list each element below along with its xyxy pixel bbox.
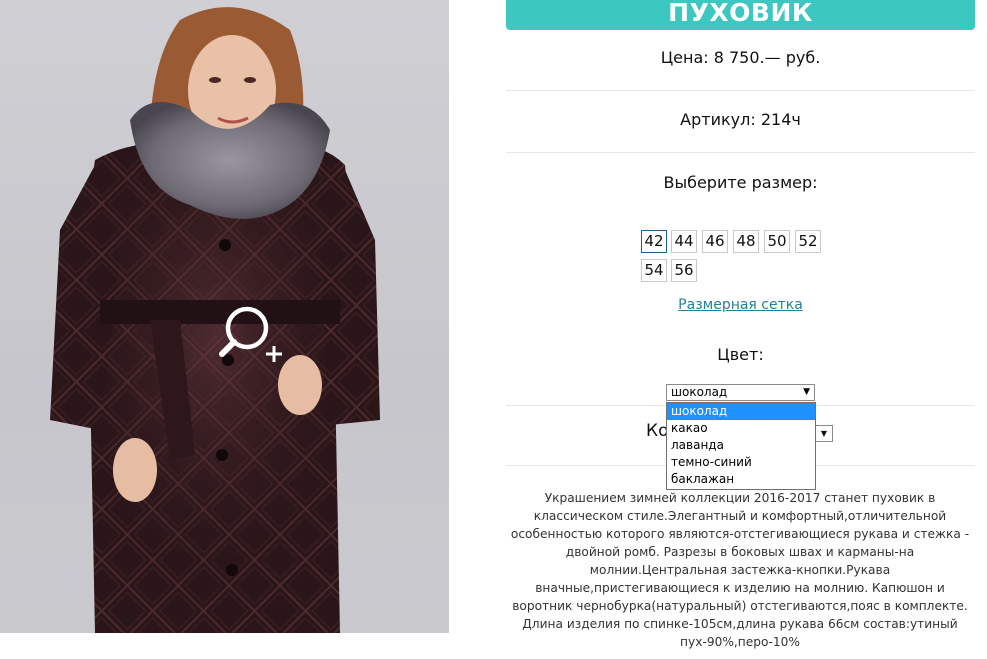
size-chart-link[interactable]: Размерная сетка	[506, 297, 975, 313]
zoom-in-icon[interactable]	[217, 304, 287, 366]
divider	[506, 90, 975, 91]
color-option-eggplant[interactable]: баклажан	[667, 471, 815, 488]
size-option-52[interactable]: 52	[795, 230, 821, 253]
color-option-dark-blue[interactable]: темно-синий	[667, 454, 815, 471]
color-option-lavender[interactable]: лаванда	[667, 437, 815, 454]
divider	[506, 152, 975, 153]
size-option-56[interactable]: 56	[671, 259, 697, 282]
size-option-50[interactable]: 50	[764, 230, 790, 253]
size-option-46[interactable]: 46	[702, 230, 728, 253]
size-option-54[interactable]: 54	[641, 259, 667, 282]
size-option-42[interactable]: 42	[641, 230, 667, 253]
product-photo[interactable]	[0, 0, 449, 633]
product-article: Артикул: 214ч	[680, 110, 801, 129]
product-title: ПУХОВИК	[506, 0, 975, 30]
size-prompt: Выберите размер:	[663, 173, 818, 192]
quantity-select-arrow[interactable]: ▼	[815, 425, 833, 442]
triangle-down-icon: ▼	[803, 387, 810, 397]
size-option-48[interactable]: 48	[733, 230, 759, 253]
product-price: Цена: 8 750.— руб.	[660, 48, 821, 67]
color-dropdown-list[interactable]: шоколад какао лаванда темно-синий баклаж…	[666, 402, 816, 490]
color-select[interactable]: шоколад ▼	[666, 384, 815, 401]
product-description: Украшением зимней коллекции 2016-2017 ст…	[510, 491, 970, 649]
color-option-chocolate[interactable]: шоколад	[667, 403, 815, 420]
color-option-cocoa[interactable]: какао	[667, 420, 815, 437]
size-option-44[interactable]: 44	[671, 230, 697, 253]
color-label: Цвет:	[717, 345, 764, 364]
color-select-value: шоколад	[671, 385, 728, 399]
